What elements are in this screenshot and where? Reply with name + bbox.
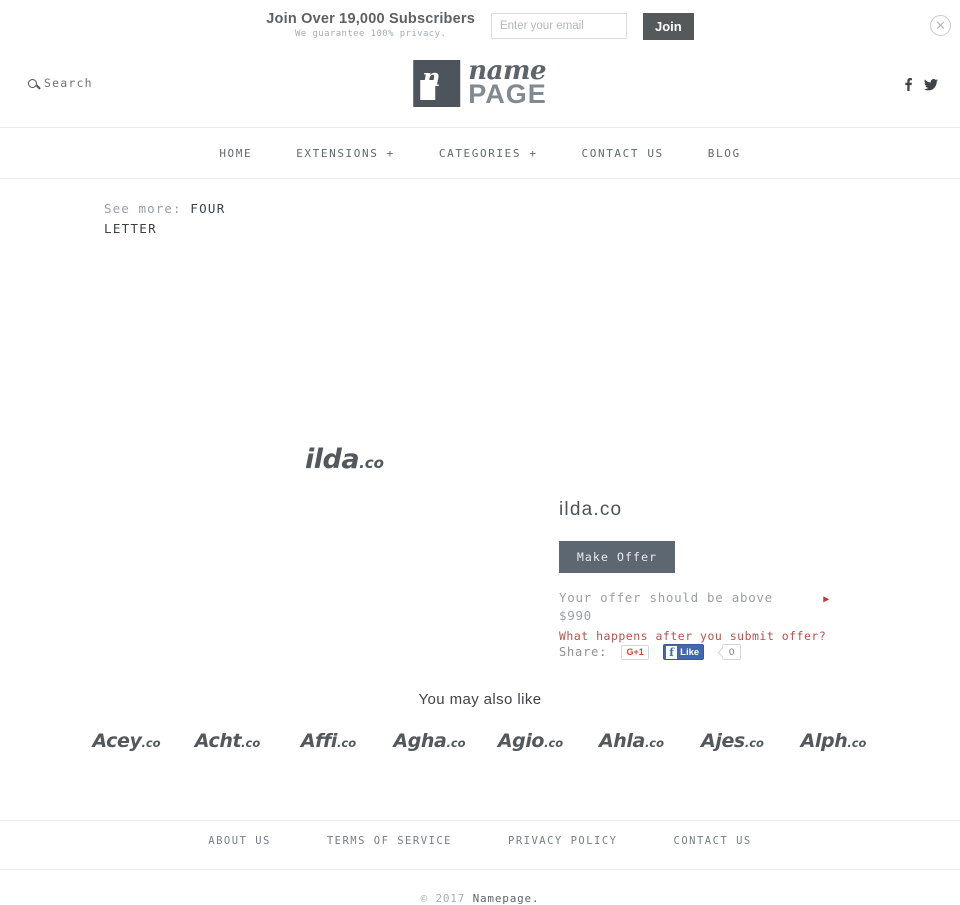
product-detail-panel: ilda.co Make Offer Your offer should be …: [559, 499, 859, 645]
related-domain-tld: .co: [744, 736, 764, 750]
list-item[interactable]: Alph.co: [783, 732, 884, 751]
offer-help-link[interactable]: What happens after you submit offer?: [559, 628, 859, 645]
main-navigation: HOME EXTENSIONS + CATEGORIES + CONTACT U…: [0, 128, 960, 179]
social-links: [905, 78, 938, 91]
facebook-f-icon: f: [666, 645, 678, 659]
related-domain-tld: .co: [241, 736, 261, 750]
copyright: © 2017 Namepage.: [0, 892, 960, 905]
nav-item-blog[interactable]: BLOG: [708, 147, 741, 160]
related-domain-tld: .co: [337, 736, 357, 750]
arrow-right-icon: ▶: [823, 594, 830, 605]
also-like-title: You may also like: [418, 691, 542, 708]
site-header: Search n name PAGE: [0, 50, 960, 128]
share-label: Share:: [559, 645, 608, 659]
facebook-like-label: Like: [680, 646, 700, 658]
announcement-text: Join Over 19,000 Subscribers We guarante…: [266, 11, 475, 41]
related-domain-tld: .co: [544, 736, 564, 750]
copyright-prefix: © 2017: [420, 892, 473, 905]
footer-link-about-us[interactable]: ABOUT US: [208, 835, 271, 847]
make-offer-button[interactable]: Make Offer: [559, 541, 675, 573]
google-plus-share-button[interactable]: G+1: [621, 644, 650, 660]
related-domain-name: Ahla: [598, 730, 645, 752]
logo-mark-letter: n: [422, 62, 441, 92]
related-domain-name: Affi: [300, 730, 338, 752]
copyright-divider: [0, 869, 960, 870]
logo-mark-icon: n: [413, 59, 461, 107]
join-button[interactable]: Join: [642, 12, 694, 40]
share-row: Share: G+1 f Like 0: [559, 644, 742, 660]
site-logo[interactable]: n name PAGE: [413, 58, 547, 108]
related-domain-name: Agio: [497, 730, 545, 752]
facebook-icon[interactable]: [905, 78, 912, 91]
offer-minimum-text: Your offer should be above $990: [559, 590, 773, 623]
related-domain-tld: .co: [446, 736, 466, 750]
also-like-list: Acey.co Acht.co Affi.co Agha.co Agio.co …: [0, 732, 960, 751]
search-label: Search: [44, 76, 93, 90]
related-domain-tld: .co: [644, 736, 665, 750]
list-item[interactable]: Agha.co: [379, 732, 480, 751]
newsletter-announcement-bar: Join Over 19,000 Subscribers We guarante…: [0, 0, 960, 50]
logo-wordmark: name PAGE: [468, 58, 547, 108]
email-input[interactable]: [490, 13, 627, 39]
list-item[interactable]: Affi.co: [278, 732, 379, 751]
nav-item-categories[interactable]: CATEGORIES +: [439, 147, 538, 160]
footer-link-terms-of-service[interactable]: TERMS OF SERVICE: [327, 835, 452, 847]
twitter-icon[interactable]: [924, 78, 938, 91]
facebook-like-count: 0: [722, 644, 742, 660]
footer-divider: [0, 820, 960, 821]
footer-navigation: ABOUT US TERMS OF SERVICE PRIVACY POLICY…: [0, 835, 960, 847]
facebook-like-button[interactable]: f Like: [663, 644, 705, 660]
related-domain-name: Agha: [393, 730, 447, 752]
nav-item-contact-us[interactable]: CONTACT US: [582, 147, 664, 160]
product-logo-name: ilda: [305, 444, 360, 475]
nav-item-home[interactable]: HOME: [219, 147, 252, 160]
logo-page-text: PAGE: [468, 79, 547, 109]
announcement-title: Join Over 19,000 Subscribers: [266, 11, 475, 27]
footer-link-contact-us[interactable]: CONTACT US: [674, 835, 752, 847]
breadcrumb-label: See more:: [104, 201, 182, 216]
announcement-subtitle: We guarantee 100% privacy.: [294, 29, 447, 39]
related-domain-tld: .co: [847, 736, 867, 750]
related-domain-name: Acey: [92, 730, 142, 752]
related-domain-name: Alph: [800, 730, 848, 752]
related-domain-name: Acht: [194, 730, 242, 752]
copyright-brand-link[interactable]: Namepage.: [473, 892, 540, 905]
list-item[interactable]: Ahla.co: [581, 732, 682, 751]
list-item[interactable]: Acey.co: [76, 732, 177, 751]
footer-link-privacy-policy[interactable]: PRIVACY POLICY: [508, 835, 618, 847]
nav-item-extensions[interactable]: EXTENSIONS +: [296, 147, 395, 160]
related-domain-tld: .co: [141, 736, 161, 750]
list-item[interactable]: Ajes.co: [682, 732, 783, 751]
offer-minimum-note: Your offer should be above $990 ▶: [559, 589, 829, 625]
search-button[interactable]: Search: [28, 76, 93, 90]
list-item[interactable]: Acht.co: [177, 732, 278, 751]
list-item[interactable]: Agio.co: [480, 732, 581, 751]
breadcrumb: See more: FOUR LETTER: [104, 199, 274, 239]
search-icon: [28, 78, 37, 88]
product-logo: ilda.co: [305, 446, 384, 473]
related-domain-name: Ajes: [701, 730, 745, 752]
close-icon[interactable]: ✕: [930, 15, 951, 36]
product-logo-tld: .co: [359, 454, 384, 472]
page-title: ilda.co: [559, 499, 623, 520]
